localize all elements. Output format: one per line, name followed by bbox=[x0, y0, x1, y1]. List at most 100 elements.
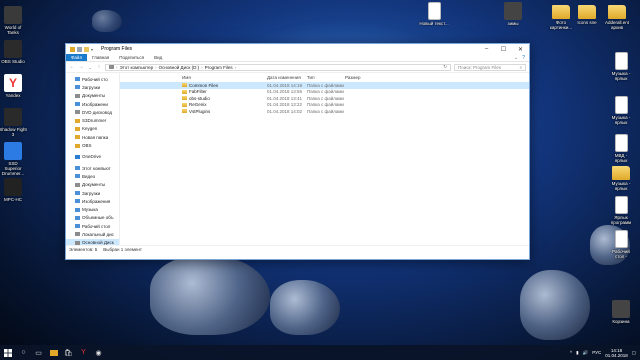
nav-item[interactable]: Объемные объ bbox=[66, 214, 119, 222]
nav-item-label: Этот компьют bbox=[82, 165, 111, 171]
desktop-icon[interactable]: Новый текст... bbox=[418, 2, 450, 26]
desktop-icon-label: SSD Superior Drummer... bbox=[1, 161, 25, 176]
volume-icon[interactable]: 🔊 bbox=[583, 350, 589, 356]
window-title: Program Files bbox=[101, 46, 133, 52]
desktop-icon[interactable]: MPC-HC bbox=[0, 178, 30, 202]
breadcrumb-folder[interactable]: Program Files bbox=[205, 65, 233, 70]
title-bar[interactable]: ▾ Program Files – ☐ ✕ bbox=[66, 44, 529, 54]
desktop-icon[interactable]: Музыка - ярлык bbox=[604, 96, 638, 125]
recycle-bin-icon bbox=[612, 300, 630, 318]
nav-item[interactable]: Документы bbox=[66, 92, 119, 100]
maximize-button[interactable]: ☐ bbox=[495, 44, 512, 54]
nav-item[interactable]: Изображения bbox=[66, 197, 119, 205]
expand-ribbon-icon[interactable]: ⌄ bbox=[514, 55, 518, 61]
desktop-icon[interactable]: МВД - ярлык bbox=[604, 134, 638, 163]
breadcrumb-drive[interactable]: Основной Диск (D:) bbox=[159, 65, 199, 70]
task-view-icon[interactable]: ▭ bbox=[31, 345, 46, 360]
nav-item[interactable]: OBS bbox=[66, 141, 119, 149]
recent-locations-button[interactable]: ⌄ bbox=[87, 65, 93, 70]
nav-item[interactable]: Видео bbox=[66, 172, 119, 180]
nav-item[interactable]: Keygen bbox=[66, 125, 119, 133]
nav-item-icon bbox=[75, 154, 80, 159]
nav-item[interactable]: Документы bbox=[66, 181, 119, 189]
minimize-button[interactable]: – bbox=[478, 44, 495, 54]
up-button[interactable]: ↑ bbox=[96, 64, 102, 70]
column-name[interactable]: Имя bbox=[182, 75, 267, 80]
desktop-icon-label: OBS Studio bbox=[1, 59, 25, 64]
file-row[interactable]: VstPlugins 01.04.2018 14:02 Папка с файлам… bbox=[120, 108, 529, 115]
file-explorer-taskbar-icon[interactable] bbox=[46, 345, 61, 360]
obs-taskbar-icon[interactable]: ◉ bbox=[91, 345, 106, 360]
desktop-icon[interactable]: Ярлык программ bbox=[604, 196, 638, 225]
column-size[interactable]: Размер bbox=[345, 75, 360, 80]
desktop-icon[interactable]: World of Tanks bbox=[0, 6, 30, 35]
search-taskbar-icon[interactable]: ○ bbox=[16, 345, 31, 360]
chevron-down-icon[interactable]: ▾ bbox=[91, 47, 95, 52]
document-icon bbox=[614, 134, 628, 152]
nav-item[interactable]: Рабочий сто bbox=[66, 75, 119, 83]
folder-icon bbox=[182, 109, 187, 114]
nav-item[interactable]: Этот компьют bbox=[66, 164, 119, 172]
nav-item[interactable]: Основной Диск bbox=[66, 238, 119, 245]
file-type: Папка с файлами bbox=[307, 102, 344, 108]
back-button[interactable]: ← bbox=[69, 64, 75, 70]
desktop-icon[interactable]: Корзина bbox=[604, 300, 638, 324]
tab-view[interactable]: Вид bbox=[149, 54, 167, 61]
nav-item[interactable]: Загрузки bbox=[66, 189, 119, 197]
nav-item[interactable]: Локальный дис bbox=[66, 230, 119, 238]
nav-item-label: Рабочий стол bbox=[82, 223, 111, 229]
nav-item[interactable]: Изображени bbox=[66, 100, 119, 108]
close-button[interactable]: ✕ bbox=[512, 44, 529, 54]
desktop-icon[interactable]: Shadow Fight 3 bbox=[0, 108, 30, 137]
nav-item[interactable]: Новая папка bbox=[66, 133, 119, 141]
tray-chevron-icon[interactable]: ^ bbox=[570, 350, 572, 355]
store-taskbar-icon[interactable]: 🛍 bbox=[61, 345, 76, 360]
column-type[interactable]: Тип bbox=[307, 75, 345, 80]
breadcrumb-computer[interactable]: Этот компьютер bbox=[120, 65, 154, 70]
column-date[interactable]: Дата изменения bbox=[267, 75, 307, 80]
explorer-window[interactable]: ▾ Program Files – ☐ ✕ Файл Главная Подел… bbox=[65, 43, 530, 260]
nav-item-icon bbox=[75, 240, 80, 245]
desktop-icon[interactable]: зимы bbox=[497, 2, 529, 26]
desktop-icon-label: Adderall.ent архив bbox=[604, 20, 630, 30]
tab-share[interactable]: Поделиться bbox=[114, 54, 149, 61]
desktop-icon[interactable]: Музыка - ярлык bbox=[604, 52, 638, 81]
tab-file[interactable]: Файл bbox=[66, 54, 88, 61]
desktop-icon[interactable]: Y Yandex bbox=[0, 74, 30, 98]
nav-item[interactable]: Рабочий стол bbox=[66, 222, 119, 230]
nav-item[interactable]: Музыка bbox=[66, 205, 119, 213]
desktop-icon[interactable]: OBS Studio bbox=[0, 40, 30, 64]
nav-item-icon bbox=[75, 135, 80, 140]
language-indicator[interactable]: РУС bbox=[592, 350, 601, 355]
file-list[interactable]: Имя Дата изменения Тип Размер Common Fil… bbox=[120, 73, 529, 245]
new-folder-icon[interactable] bbox=[84, 46, 89, 52]
desktop-icon[interactable]: Adderall.ent архив bbox=[601, 2, 633, 30]
network-icon[interactable]: ▮ bbox=[576, 350, 578, 356]
file-name: FabFilter bbox=[189, 89, 207, 95]
address-bar[interactable]: › Этот компьютер › Основной Диск (D:) › … bbox=[105, 63, 451, 71]
tab-home[interactable]: Главная bbox=[87, 54, 114, 61]
yandex-taskbar-icon[interactable]: Y bbox=[76, 345, 91, 360]
nav-item[interactable]: OneDrive bbox=[66, 153, 119, 161]
start-button[interactable] bbox=[0, 345, 16, 360]
refresh-icon[interactable]: ↻ bbox=[443, 64, 447, 70]
forward-button[interactable]: → bbox=[78, 64, 84, 70]
desktop-icon[interactable]: Музыка - ярлык bbox=[604, 163, 638, 191]
desktop-icon[interactable]: Icons sne bbox=[571, 2, 603, 25]
navigation-pane[interactable]: Рабочий сто Загрузки Документы Изображени DV… bbox=[66, 73, 120, 245]
notifications-icon[interactable]: ▢ bbox=[632, 350, 636, 356]
clock[interactable]: 14:18 01.04.2018 bbox=[605, 348, 628, 358]
desktop-icon-label: Icons sne bbox=[577, 20, 597, 25]
save-icon[interactable] bbox=[77, 46, 82, 52]
nav-item[interactable]: Загрузки bbox=[66, 83, 119, 91]
desktop-icon[interactable]: SSD Superior Drummer... bbox=[0, 142, 30, 176]
nav-item-icon bbox=[75, 93, 80, 98]
help-icon[interactable]: ? bbox=[522, 55, 525, 61]
search-input[interactable]: Поиск: Program Files ⌕ bbox=[454, 63, 526, 71]
game-icon bbox=[4, 108, 22, 126]
nav-item-icon bbox=[75, 143, 80, 148]
nav-item[interactable]: S3Drummer bbox=[66, 116, 119, 124]
nav-item[interactable]: DVD дисковод bbox=[66, 108, 119, 116]
drummer-icon bbox=[4, 142, 22, 160]
desktop-icon[interactable]: Рабочий стол - bbox=[604, 230, 638, 259]
